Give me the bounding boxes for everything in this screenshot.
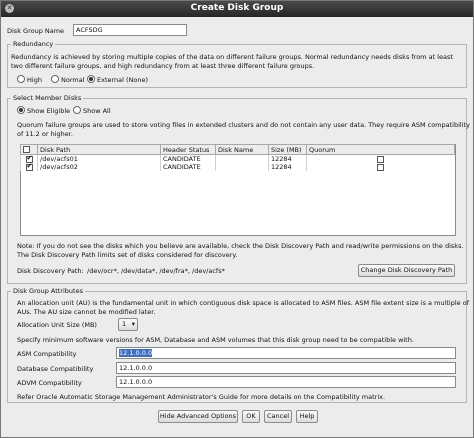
radio-label: Show All xyxy=(83,107,111,115)
hide-advanced-options-button[interactable]: Hide Advanced Options xyxy=(158,410,238,423)
redundancy-external-radio[interactable]: External (None) xyxy=(87,75,148,84)
discovery-note-1: Note: If you do not see the disks which … xyxy=(17,242,464,250)
attributes-legend: Disk Group Attributes xyxy=(11,287,85,295)
au-size-label: Allocation Unit Size (MB) xyxy=(17,321,97,329)
chevron-down-icon: ▾ xyxy=(131,320,135,328)
disk-group-name-label: Disk Group Name xyxy=(7,27,65,35)
radio-indicator xyxy=(87,75,95,83)
ok-button[interactable]: OK xyxy=(242,410,260,423)
quorum-cell[interactable] xyxy=(306,154,455,163)
window-title: Create Disk Group xyxy=(190,3,284,13)
disk-name-cell[interactable] xyxy=(215,163,269,171)
asm-compat-input[interactable]: 12.1.0.0.0 xyxy=(116,347,456,359)
quorum-note-1: Quorum failure groups are used to store … xyxy=(17,121,470,129)
au-note-2: AUs. The AU size cannot be modified late… xyxy=(17,308,156,316)
radio-indicator xyxy=(51,75,59,83)
radio-indicator xyxy=(17,75,25,83)
au-note-1: An allocation unit (AU) is the fundament… xyxy=(17,299,469,307)
advm-compat-input[interactable]: 12.1.0.0.0 xyxy=(116,376,456,388)
au-size-select[interactable]: 1 ▾ xyxy=(118,318,138,331)
select-all-checkbox[interactable] xyxy=(23,146,30,153)
redundancy-normal-radio[interactable]: Normal xyxy=(51,75,85,84)
column-header-header-status[interactable]: Header Status xyxy=(160,144,216,155)
disk-table: Disk Path Header Status Disk Name Size (… xyxy=(20,144,455,171)
radio-label: High xyxy=(27,76,42,84)
cancel-button[interactable]: Cancel xyxy=(264,410,292,423)
member-disks-legend: Select Member Disks xyxy=(11,94,84,102)
table-header-row: Disk Path Header Status Disk Name Size (… xyxy=(20,144,455,155)
db-compat-input[interactable]: 12.1.0.0.0 xyxy=(116,362,456,374)
disk-path-cell: /dev/acfs01 xyxy=(37,154,161,163)
db-compat-label: Database Compatibility xyxy=(17,365,94,373)
create-disk-group-dialog: ✕ Create Disk Group Disk Group Name ACFS… xyxy=(0,0,474,438)
column-header-disk-path[interactable]: Disk Path xyxy=(37,144,161,155)
redundancy-description-2: two different failure groups, and high r… xyxy=(11,62,315,70)
table-row[interactable]: /dev/acfs01 CANDIDATE 12284 xyxy=(20,154,455,163)
column-header-quorum[interactable]: Quorum xyxy=(306,144,455,155)
radio-label: Normal xyxy=(61,76,85,84)
discovery-path-label: Disk Discovery Path: xyxy=(17,267,84,275)
show-eligible-radio[interactable]: Show Eligible xyxy=(17,106,70,115)
title-bar: ✕ Create Disk Group xyxy=(1,1,473,17)
quorum-note-2: of 11.2 or higher. xyxy=(17,130,73,138)
disk-name-cell[interactable] xyxy=(215,154,269,163)
table-row[interactable]: /dev/acfs02 CANDIDATE 12284 xyxy=(20,162,455,171)
quorum-checkbox[interactable] xyxy=(377,163,385,171)
row-select-cell[interactable] xyxy=(20,162,38,171)
redundancy-high-radio[interactable]: High xyxy=(17,75,42,84)
refer-note: Refer Oracle Automatic Storage Managemen… xyxy=(17,393,386,401)
column-header-disk-name[interactable]: Disk Name xyxy=(215,144,269,155)
radio-label: Show Eligible xyxy=(27,107,71,115)
radio-indicator xyxy=(17,106,25,114)
radio-indicator xyxy=(73,106,81,114)
header-status-cell: CANDIDATE xyxy=(160,163,216,171)
redundancy-legend: Redundancy xyxy=(11,40,56,48)
au-size-value: 1 xyxy=(122,320,127,328)
discovery-note-2: The Disk Discovery Path limits set of di… xyxy=(17,251,238,259)
advm-compat-label: ADVM Compatibility xyxy=(17,379,82,387)
show-all-radio[interactable]: Show All xyxy=(73,106,111,115)
disk-path-cell: /dev/acfs02 xyxy=(37,163,161,171)
header-status-cell: CANDIDATE xyxy=(160,154,216,163)
column-header-size[interactable]: Size (MB) xyxy=(268,144,307,155)
size-cell: 12284 xyxy=(268,154,307,163)
change-discovery-path-button[interactable]: Change Disk Discovery Path xyxy=(358,264,455,277)
radio-label: External (None) xyxy=(97,76,149,84)
disk-group-name-input[interactable]: ACFSDG xyxy=(73,24,187,36)
asm-compat-value: 12.1.0.0.0 xyxy=(119,349,153,357)
redundancy-description-1: Redundancy is achieved by storing multip… xyxy=(11,53,453,61)
asm-compat-label: ASM Compatibility xyxy=(17,350,77,358)
quorum-checkbox[interactable] xyxy=(377,155,385,163)
compat-note: Specify minimum software versions for AS… xyxy=(17,336,414,344)
size-cell: 12284 xyxy=(268,163,307,171)
quorum-cell[interactable] xyxy=(306,163,455,171)
discovery-path-value: /dev/ocr*, /dev/data*, /dev/fra*, /dev/a… xyxy=(87,267,225,275)
row-select-checkbox[interactable] xyxy=(25,162,33,171)
help-button[interactable]: Help xyxy=(296,410,318,423)
